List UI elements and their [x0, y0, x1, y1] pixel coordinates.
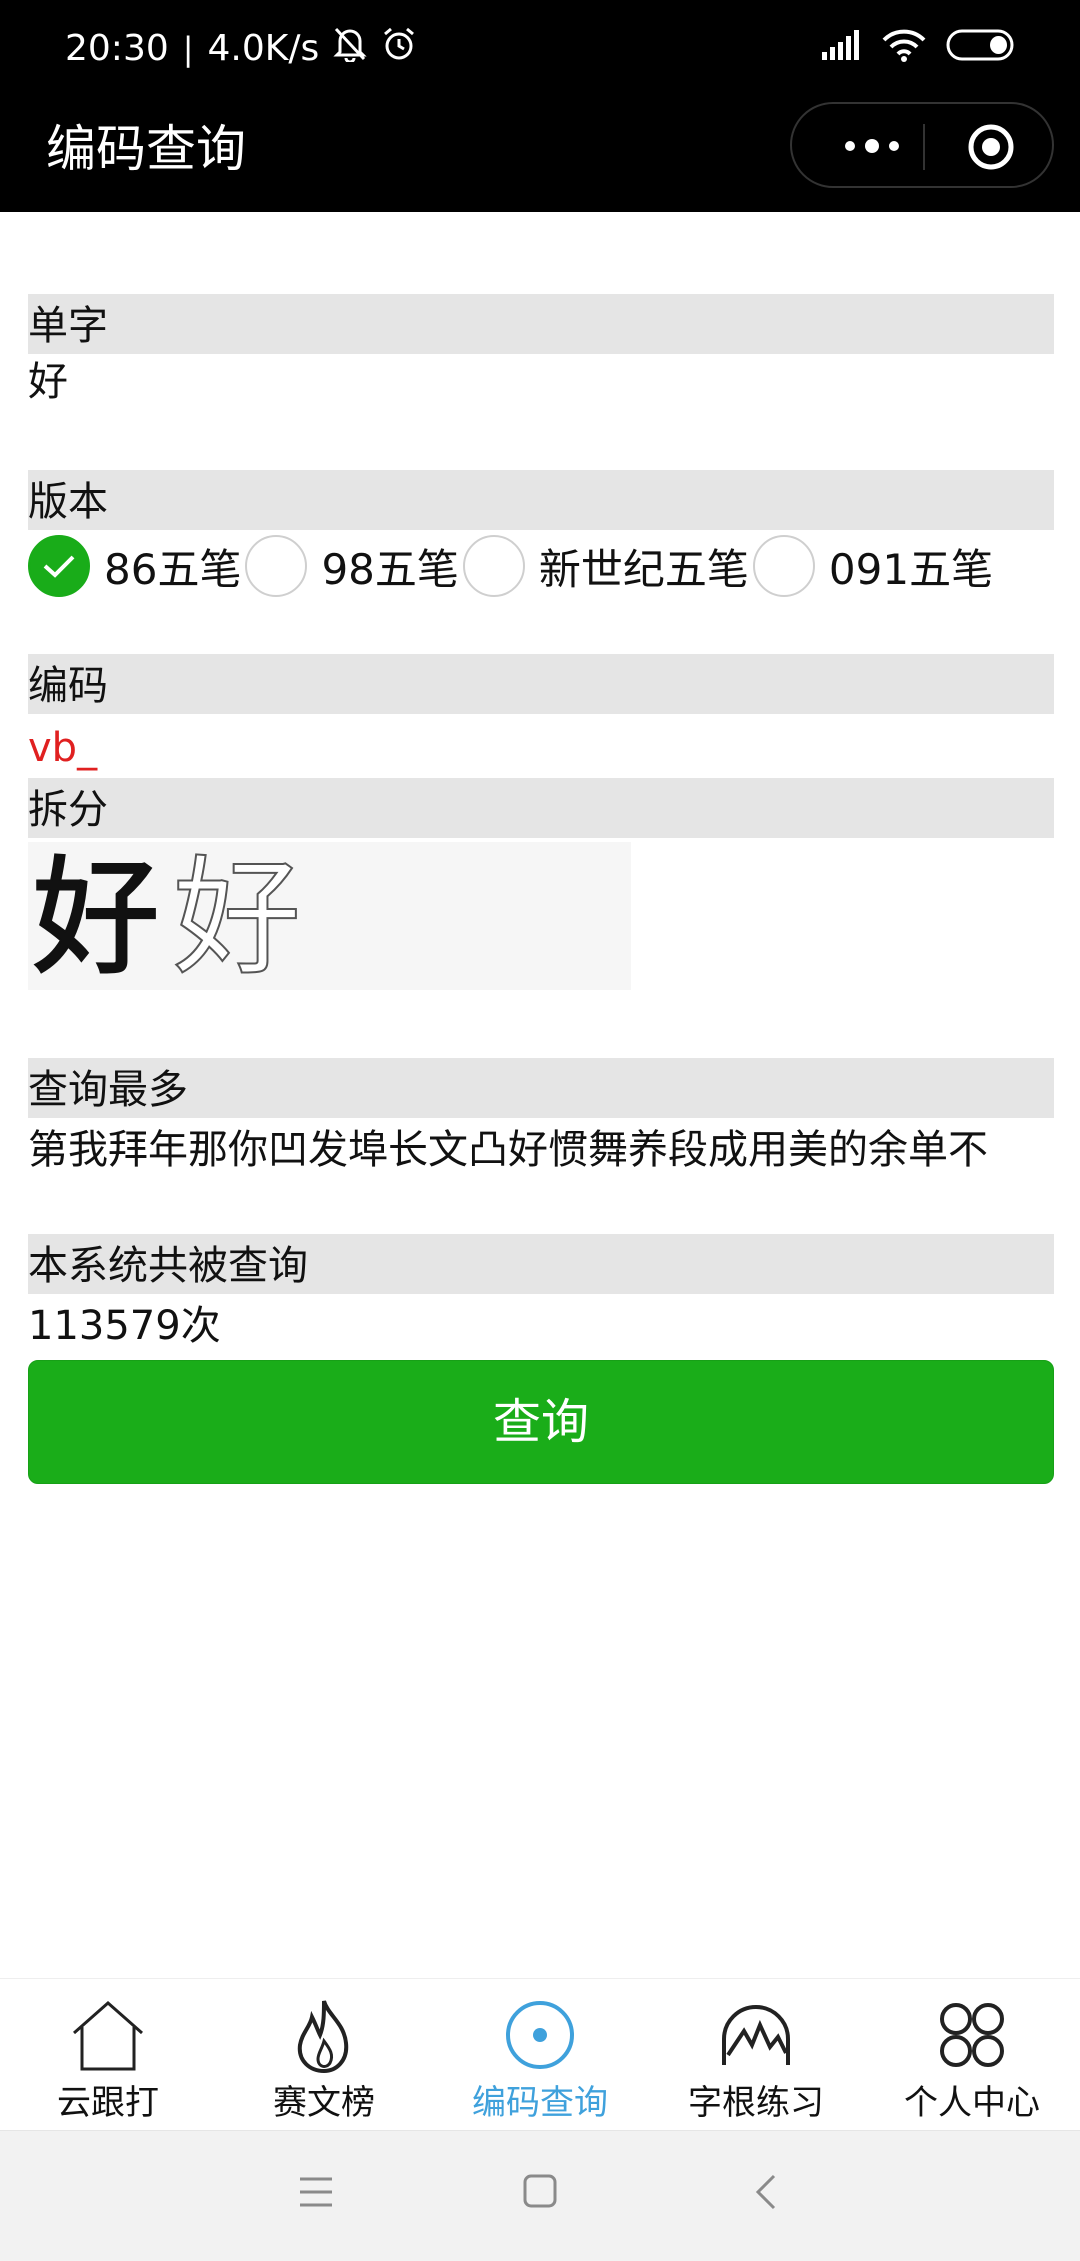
status-bar: 20:30 | 4.0K/s: [0, 0, 1080, 100]
tab-profile[interactable]: 个人中心: [864, 1979, 1080, 2131]
status-right: [820, 28, 1016, 66]
tab-label: 云跟打: [57, 2083, 159, 2123]
capsule-divider: [923, 124, 925, 170]
code-label: 编码: [28, 654, 1054, 714]
bottom-tab-bar: 云跟打 赛文榜 编码查询 字根练习 个人中心: [0, 1978, 1080, 2131]
split-glyph-image: 好: [173, 844, 301, 990]
tab-race-rank[interactable]: 赛文榜: [216, 1979, 432, 2131]
char-label: 单字: [28, 294, 1054, 354]
radio-unchecked-icon: [245, 535, 308, 597]
status-time: 20:30: [65, 28, 169, 69]
flame-icon: [297, 2000, 349, 2074]
radio-label: 新世纪五笔: [538, 544, 749, 594]
most-label: 查询最多: [28, 1058, 1054, 1118]
menu-icon[interactable]: [298, 2175, 334, 2209]
tab-label: 编码查询: [472, 2083, 608, 2123]
mountain-icon: [722, 2005, 790, 2065]
more-dot-icon: [865, 139, 879, 153]
close-target-button[interactable]: [966, 122, 1016, 176]
grid-circles-icon: [940, 2003, 1004, 2067]
code-value: vb_: [28, 725, 98, 771]
radio-unchecked-icon: [752, 535, 815, 597]
title-bar: 编码查询: [0, 100, 1080, 212]
tab-radical-practice[interactable]: 字根练习: [648, 1979, 864, 2131]
split-label: 拆分: [28, 778, 1054, 838]
most-queried-chars: 第我拜年那你凹发埠长文凸好惯舞养段成用美的余单不: [28, 1127, 988, 1173]
total-count: 113579次: [28, 1303, 221, 1349]
split-glyphs-image: 好 好: [31, 843, 302, 994]
radio-label: 86五笔: [104, 544, 242, 594]
radio-unchecked-icon: [462, 535, 525, 597]
system-navigation-bar: [0, 2130, 1080, 2261]
version-radio-group: 86五笔 98五笔 新世纪五笔 091五笔: [28, 534, 997, 598]
tab-label: 个人中心: [904, 2083, 1040, 2123]
home-icon: [73, 2000, 143, 2071]
status-divider: |: [182, 29, 194, 68]
signal-icon: [820, 30, 862, 64]
tab-label: 赛文榜: [273, 2083, 375, 2123]
page-title: 编码查询: [46, 120, 246, 178]
back-icon[interactable]: [754, 2173, 778, 2211]
target-icon: [506, 2001, 574, 2069]
tab-cloud-typing[interactable]: 云跟打: [0, 1979, 216, 2131]
tab-label: 字根练习: [688, 2083, 824, 2123]
query-button[interactable]: 查询: [28, 1360, 1054, 1484]
radio-new-century[interactable]: 新世纪五笔: [462, 535, 751, 597]
radio-091[interactable]: 091五笔: [752, 535, 995, 597]
status-left: 20:30 | 4.0K/s: [65, 26, 417, 71]
more-button[interactable]: [832, 124, 912, 168]
char-value[interactable]: 好: [28, 354, 68, 410]
mini-program-capsule: [790, 102, 1054, 188]
radio-label: 091五笔: [828, 544, 994, 594]
version-label: 版本: [28, 470, 1054, 530]
more-dot-icon: [889, 141, 899, 151]
total-label: 本系统共被查询: [28, 1234, 1054, 1294]
split-image: 好 好: [28, 842, 631, 994]
radio-86[interactable]: 86五笔: [28, 535, 243, 597]
battery-icon: [946, 29, 1016, 65]
radio-label: 98五笔: [321, 544, 459, 594]
alarm-icon: [381, 26, 417, 71]
more-dot-icon: [845, 141, 855, 151]
wifi-icon: [882, 28, 926, 66]
target-icon: [968, 124, 1014, 170]
tab-code-query[interactable]: 编码查询: [432, 1979, 648, 2131]
radio-checked-icon: [28, 535, 90, 597]
split-glyph-image: 好: [32, 844, 160, 990]
bell-off-icon: [333, 26, 367, 71]
status-speed: 4.0K/s: [207, 28, 320, 69]
home-square-icon[interactable]: [522, 2173, 558, 2209]
radio-98[interactable]: 98五笔: [245, 535, 460, 597]
